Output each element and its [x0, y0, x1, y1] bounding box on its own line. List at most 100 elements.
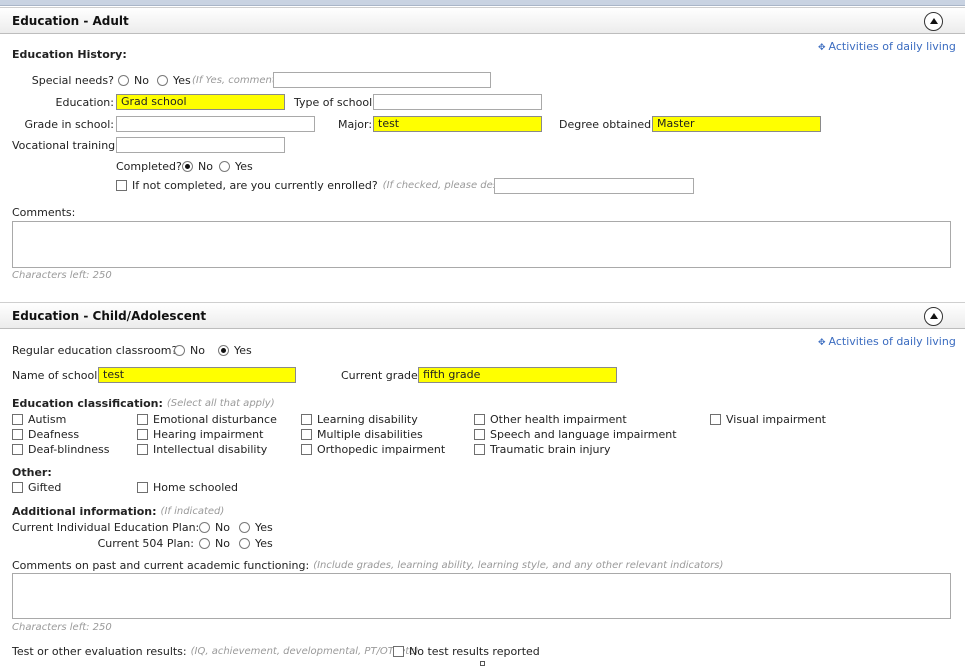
checkbox[interactable]	[12, 482, 23, 493]
special-needs-comment-input[interactable]	[273, 72, 491, 88]
plan504-label: Current 504 Plan:	[97, 537, 194, 550]
current-grade-label: Current grade:	[341, 369, 422, 382]
classification-multiple-disabilities[interactable]: Multiple disabilities	[301, 428, 423, 441]
adult-section-header[interactable]: Education - Adult	[0, 7, 965, 34]
diamond-icon: ✥	[818, 338, 826, 348]
education-label: Education:	[55, 96, 114, 109]
checkbox[interactable]	[12, 429, 23, 440]
test-results-heading: Test or other evaluation results: (IQ, a…	[12, 645, 419, 658]
completed-no-radio[interactable]	[182, 161, 193, 172]
iep-no-radio[interactable]	[199, 522, 210, 533]
checkbox[interactable]	[12, 444, 23, 455]
child-activities-link[interactable]: ✥ Activities of daily living	[818, 335, 956, 348]
no-test-results-checkbox[interactable]	[393, 646, 404, 657]
adult-collapse-button[interactable]	[924, 12, 943, 31]
other-gifted[interactable]: Gifted	[12, 481, 61, 494]
checkbox[interactable]	[710, 414, 721, 425]
checkbox[interactable]	[137, 444, 148, 455]
collapse-up-icon	[929, 17, 938, 24]
grade-in-school-input[interactable]	[116, 116, 315, 132]
regular-classroom-yes-option[interactable]: Yes	[218, 344, 252, 357]
child-section-header[interactable]: Education - Child/Adolescent	[0, 302, 965, 329]
regular-classroom-no-option[interactable]: No	[174, 344, 205, 357]
other-home-schooled[interactable]: Home schooled	[137, 481, 238, 494]
classification-traumatic-brain-injury[interactable]: Traumatic brain injury	[474, 443, 611, 456]
classification-speech-language-impairment[interactable]: Speech and language impairment	[474, 428, 677, 441]
grade-in-school-label: Grade in school:	[24, 118, 114, 131]
functioning-comments-heading: Comments on past and current academic fu…	[12, 559, 724, 572]
vocational-training-input[interactable]	[116, 137, 285, 153]
checkbox[interactable]	[474, 444, 485, 455]
classification-heading: Education classification: (Select all th…	[12, 397, 275, 410]
type-of-school-input[interactable]	[373, 94, 542, 110]
plan504-no-radio[interactable]	[199, 538, 210, 549]
completed-no-option[interactable]: No	[182, 160, 213, 173]
checkbox[interactable]	[301, 414, 312, 425]
regular-classroom-no-radio[interactable]	[174, 345, 185, 356]
major-input[interactable]: test	[373, 116, 542, 132]
checkbox[interactable]	[137, 429, 148, 440]
special-needs-label: Special needs?	[31, 74, 114, 87]
currently-enrolled-option[interactable]: If not completed, are you currently enro…	[116, 179, 527, 192]
collapse-up-icon	[929, 312, 938, 319]
adult-comments-textarea[interactable]	[12, 221, 951, 268]
top-border-strip	[0, 0, 965, 6]
completed-yes-option[interactable]: Yes	[219, 160, 253, 173]
iep-yes-option[interactable]: Yes	[239, 521, 273, 534]
special-needs-hint: (If Yes, comment)	[192, 75, 280, 86]
diamond-icon: ✥	[818, 43, 826, 53]
other-label: Other:	[12, 466, 52, 479]
current-grade-select[interactable]: fifth grade	[418, 367, 617, 383]
functioning-comments-textarea[interactable]	[12, 573, 951, 619]
checkbox[interactable]	[137, 414, 148, 425]
completed-yes-radio[interactable]	[219, 161, 230, 172]
no-test-results-option[interactable]: No test results reported	[393, 645, 540, 658]
iep-yes-radio[interactable]	[239, 522, 250, 533]
checkbox[interactable]	[474, 414, 485, 425]
iep-no-option[interactable]: No	[199, 521, 230, 534]
iep-label: Current Individual Education Plan:	[12, 521, 200, 534]
checkbox[interactable]	[474, 429, 485, 440]
classification-emotional-disturbance[interactable]: Emotional disturbance	[137, 413, 277, 426]
plan504-no-option[interactable]: No	[199, 537, 230, 550]
plan504-yes-option[interactable]: Yes	[239, 537, 273, 550]
name-of-school-label: Name of school:	[12, 369, 102, 382]
classification-learning-disability[interactable]: Learning disability	[301, 413, 418, 426]
type-of-school-label: Type of school:	[294, 96, 376, 109]
adult-comments-label: Comments:	[12, 206, 76, 219]
enrolled-description-input[interactable]	[494, 178, 694, 194]
classification-hearing-impairment[interactable]: Hearing impairment	[137, 428, 263, 441]
classification-visual-impairment[interactable]: Visual impairment	[710, 413, 826, 426]
education-select[interactable]: Grad school	[116, 94, 285, 110]
classification-intellectual-disability[interactable]: Intellectual disability	[137, 443, 267, 456]
education-history-label: Education History:	[12, 48, 127, 61]
regular-classroom-yes-radio[interactable]	[218, 345, 229, 356]
adult-section-title: Education - Adult	[12, 14, 129, 28]
regular-classroom-label: Regular education classroom?	[12, 344, 178, 357]
checkbox[interactable]	[301, 444, 312, 455]
name-of-school-input[interactable]: test	[98, 367, 296, 383]
degree-obtained-label: Degree obtained:	[559, 118, 655, 131]
special-needs-no-radio[interactable]	[118, 75, 129, 86]
checkbox[interactable]	[137, 482, 148, 493]
classification-autism[interactable]: Autism	[12, 413, 66, 426]
additional-info-heading: Additional information: (If indicated)	[12, 505, 225, 518]
checkbox[interactable]	[301, 429, 312, 440]
classification-deafness[interactable]: Deafness	[12, 428, 79, 441]
classification-deaf-blindness[interactable]: Deaf-blindness	[12, 443, 109, 456]
degree-obtained-select[interactable]: Master	[652, 116, 821, 132]
classification-orthopedic-impairment[interactable]: Orthopedic impairment	[301, 443, 445, 456]
special-needs-yes-option[interactable]: Yes	[157, 74, 191, 87]
adult-activities-link[interactable]: ✥ Activities of daily living	[818, 40, 956, 53]
currently-enrolled-checkbox[interactable]	[116, 180, 127, 191]
plan504-yes-radio[interactable]	[239, 538, 250, 549]
special-needs-yes-radio[interactable]	[157, 75, 168, 86]
classification-other-health-impairment[interactable]: Other health impairment	[474, 413, 627, 426]
completed-label: Completed?	[116, 160, 182, 173]
adult-chars-left: Characters left: 250	[12, 270, 112, 281]
special-needs-no-option[interactable]: No	[118, 74, 149, 87]
child-collapse-button[interactable]	[924, 307, 943, 326]
resize-handle[interactable]	[480, 661, 485, 666]
checkbox[interactable]	[12, 414, 23, 425]
child-section-title: Education - Child/Adolescent	[12, 309, 207, 323]
